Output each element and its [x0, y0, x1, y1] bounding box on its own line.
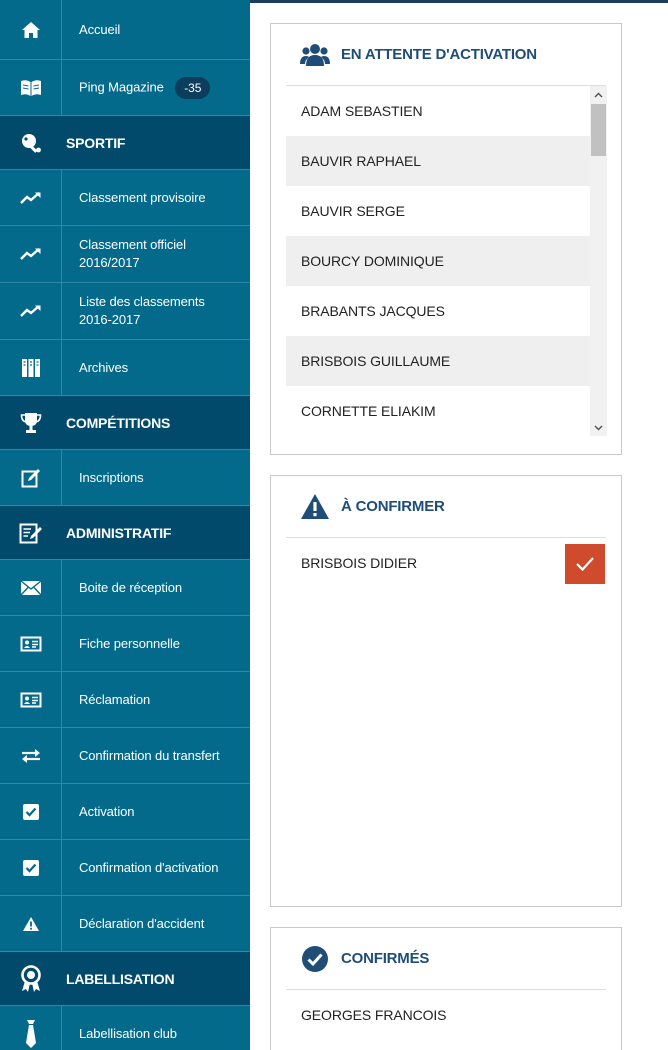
archive-icon: [0, 340, 62, 395]
panel-pending-activation: EN ATTENTE D'ACTIVATION ADAM SEBASTIEN B…: [270, 23, 622, 455]
list-item[interactable]: BAUVIR SERGE: [286, 186, 590, 236]
panel-header: À CONFIRMER: [286, 476, 606, 538]
list-item[interactable]: BOURCY DOMINIQUE: [286, 236, 590, 286]
panel-title: CONFIRMÉS: [341, 950, 430, 967]
sidebar-item-label: Liste des classements 2016-2017: [79, 294, 205, 327]
sidebar-item-declaration-accident[interactable]: Déclaration d'accident: [0, 896, 250, 952]
id-card-icon: [0, 672, 62, 727]
scroll-thumb[interactable]: [591, 104, 606, 156]
pingpong-icon: [0, 116, 62, 169]
sidebar-item-label: Boite de réception: [79, 579, 182, 595]
sidebar: Accueil Ping Magazine -35 SPORTIF Classe…: [0, 0, 250, 1050]
list-item[interactable]: BRISBOIS DIDIER: [286, 538, 606, 588]
sidebar-item-label: Confirmation du transfert: [79, 747, 220, 763]
panel-confirmed: CONFIRMÉS GEORGES FRANCOIS: [270, 927, 622, 1050]
home-icon: [0, 0, 62, 59]
sidebar-item-classement-provisoire[interactable]: Classement provisoire: [0, 170, 250, 226]
sidebar-item-label: Labellisation club: [79, 1025, 177, 1041]
users-icon: [300, 40, 330, 70]
sidebar-item-label: Classement officiel 2016/2017: [79, 237, 186, 270]
sidebar-item-label: Accueil: [79, 21, 121, 37]
sidebar-item-label: Déclaration d'accident: [79, 915, 205, 931]
form-edit-icon: [0, 506, 62, 559]
panel-to-confirm: À CONFIRMER BRISBOIS DIDIER: [270, 475, 622, 907]
sidebar-item-inscriptions[interactable]: Inscriptions: [0, 450, 250, 506]
list-item[interactable]: BRISBOIS GUILLAUME: [286, 336, 590, 386]
sidebar-item-confirmation-activation[interactable]: Confirmation d'activation: [0, 840, 250, 896]
list-item[interactable]: BRABANTS JACQUES: [286, 286, 590, 336]
sidebar-item-label: Réclamation: [79, 691, 151, 707]
count-badge: -35: [175, 76, 211, 99]
scroll-up-arrow[interactable]: [590, 86, 607, 103]
list-scrollbar[interactable]: [590, 86, 607, 436]
trend-icon: [0, 226, 62, 282]
panel-title: EN ATTENTE D'ACTIVATION: [341, 46, 537, 63]
section-label: SPORTIF: [66, 134, 126, 151]
warning-triangle-icon: [300, 492, 330, 522]
checkbox-icon: [0, 784, 62, 839]
sidebar-item-archives[interactable]: Archives: [0, 340, 250, 396]
sidebar-item-label: Activation: [79, 803, 135, 819]
trophy-icon: [0, 396, 62, 449]
confirmed-list: GEORGES FRANCOIS: [286, 990, 606, 1040]
sidebar-item-ping-magazine[interactable]: Ping Magazine -35: [0, 60, 250, 116]
warning-icon: [0, 896, 62, 951]
sidebar-item-labellisation-club[interactable]: Labellisation club: [0, 1006, 250, 1050]
section-label: COMPÉTITIONS: [66, 414, 171, 431]
transfer-icon: [0, 728, 62, 783]
sidebar-item-label: Classement provisoire: [79, 189, 206, 205]
section-label: LABELLISATION: [66, 970, 175, 987]
award-icon: [0, 952, 62, 1005]
sidebar-item-classement-officiel[interactable]: Classement officiel 2016/2017: [0, 226, 250, 283]
section-sportif[interactable]: SPORTIF: [0, 116, 250, 170]
scroll-down-arrow[interactable]: [590, 419, 607, 436]
section-competitions[interactable]: COMPÉTITIONS: [0, 396, 250, 450]
panel-header: EN ATTENTE D'ACTIVATION: [286, 24, 606, 86]
sidebar-item-label: Ping Magazine: [79, 78, 164, 94]
list-item[interactable]: BAUVIR RAPHAEL: [286, 136, 590, 186]
sidebar-item-boite-reception[interactable]: Boite de réception: [0, 560, 250, 616]
book-icon: [0, 60, 62, 115]
section-label: ADMINISTRATIF: [66, 524, 172, 541]
confirm-button[interactable]: [565, 544, 605, 584]
check-circle-icon: [300, 944, 330, 974]
section-administratif[interactable]: ADMINISTRATIF: [0, 506, 250, 560]
sidebar-item-confirmation-transfert[interactable]: Confirmation du transfert: [0, 728, 250, 784]
sidebar-item-label: Confirmation d'activation: [79, 859, 219, 875]
list-item[interactable]: GEORGES FRANCOIS: [286, 990, 606, 1040]
list-item[interactable]: ADAM SEBASTIEN: [286, 86, 590, 136]
list-item[interactable]: CORNETTE ELIAKIM: [286, 386, 590, 436]
sidebar-item-label: Fiche personnelle: [79, 635, 180, 651]
sidebar-item-label: Inscriptions: [79, 469, 144, 485]
pending-list: ADAM SEBASTIEN BAUVIR RAPHAEL BAUVIR SER…: [286, 86, 590, 436]
section-labellisation[interactable]: LABELLISATION: [0, 952, 250, 1006]
trend-icon: [0, 283, 62, 339]
sidebar-item-label: Archives: [79, 359, 129, 375]
sidebar-item-liste-classements[interactable]: Liste des classements 2016-2017: [0, 283, 250, 340]
to-confirm-list: BRISBOIS DIDIER: [286, 538, 606, 588]
sidebar-item-reclamation[interactable]: Réclamation: [0, 672, 250, 728]
checkbox-icon: [0, 840, 62, 895]
envelope-icon: [0, 560, 62, 615]
id-card-icon: [0, 616, 62, 671]
trend-icon: [0, 170, 62, 225]
panel-title: À CONFIRMER: [341, 498, 445, 515]
edit-icon: [0, 450, 62, 505]
panel-header: CONFIRMÉS: [286, 928, 606, 990]
check-icon: [576, 557, 594, 572]
top-border: [250, 0, 668, 3]
tie-icon: [0, 1006, 62, 1050]
sidebar-item-accueil[interactable]: Accueil: [0, 0, 250, 60]
sidebar-item-activation[interactable]: Activation: [0, 784, 250, 840]
sidebar-item-fiche-personnelle[interactable]: Fiche personnelle: [0, 616, 250, 672]
